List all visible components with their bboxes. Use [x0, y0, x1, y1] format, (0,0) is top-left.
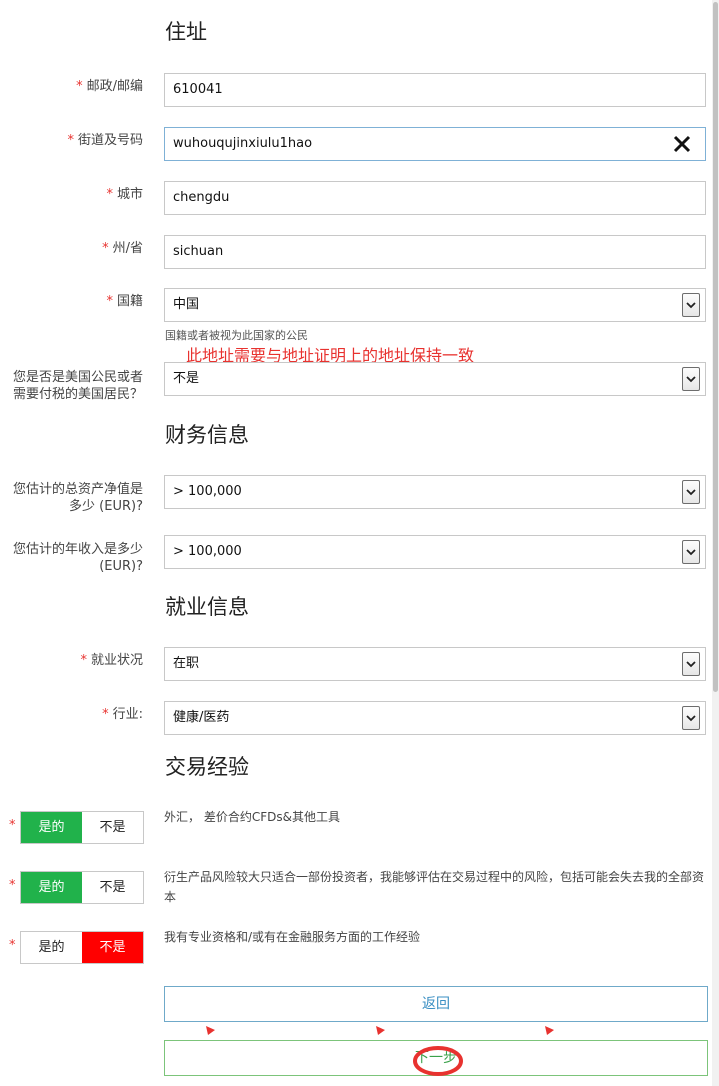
nationality-label: * 国籍 [106, 294, 143, 309]
state-input[interactable]: sichuan [164, 235, 706, 269]
no-button[interactable]: 不是 [82, 872, 143, 903]
city-input[interactable]: chengdu [164, 181, 706, 215]
back-button[interactable]: 返回 [164, 986, 708, 1022]
nationality-hint: 国籍或者被视为此国家的公民 [165, 329, 308, 342]
chevron-down-icon[interactable] [682, 652, 700, 676]
net-worth-select[interactable]: > 100,000 [164, 475, 706, 509]
income-select[interactable]: > 100,000 [164, 535, 706, 569]
scrollbar-thumb[interactable] [713, 2, 718, 692]
required-mark: * [9, 878, 16, 893]
street-label: * 街道及号码 [67, 133, 143, 148]
experience-q2-toggle[interactable]: 是的 不是 [20, 871, 144, 904]
yes-button[interactable]: 是的 [21, 932, 82, 963]
required-mark: * [9, 938, 16, 953]
highlight-circle-icon [413, 1046, 463, 1076]
city-label: * 城市 [106, 187, 143, 202]
street-input[interactable]: wuhouqujinxiulu1hao [164, 127, 706, 161]
no-button[interactable]: 不是 [82, 812, 143, 843]
postal-input[interactable]: 610041 [164, 73, 706, 107]
section-title-experience: 交易经验 [165, 755, 249, 779]
postal-label: * 邮政/邮编 [76, 79, 143, 94]
yes-button[interactable]: 是的 [21, 872, 82, 903]
income-label: 您估计的年收入是多少 (EUR)? [12, 542, 143, 574]
scrollbar[interactable] [712, 0, 719, 1086]
arrow-marker-icon [376, 1026, 385, 1035]
experience-q3-toggle[interactable]: 是的 不是 [20, 931, 144, 964]
nationality-select[interactable]: 中国 [164, 288, 706, 322]
section-title-finance: 财务信息 [165, 423, 249, 447]
experience-q2-text: 衍生产品风险较大只适合一部份投资者，我能够评估在交易过程中的风险，包括可能会失去… [164, 870, 705, 904]
chevron-down-icon[interactable] [682, 293, 700, 317]
employment-status-label: * 就业状况 [80, 653, 143, 668]
industry-label: * 行业: [102, 707, 143, 722]
close-icon[interactable] [671, 132, 693, 156]
section-title-address: 住址 [165, 20, 207, 44]
industry-select[interactable]: 健康/医药 [164, 701, 706, 735]
required-mark: * [9, 818, 16, 833]
experience-q3-text: 我有专业资格和/或有在金融服务方面的工作经验 [164, 930, 421, 944]
yes-button[interactable]: 是的 [21, 812, 82, 843]
net-worth-label: 您估计的总资产净值是 多少 (EUR)? [12, 482, 143, 514]
chevron-down-icon[interactable] [682, 480, 700, 504]
employment-status-select[interactable]: 在职 [164, 647, 706, 681]
us-citizen-label: 您是否是美国公民或者 需要付税的美国居民？ [12, 370, 143, 402]
experience-q1-text: 外汇， 差价合约CFDs&其他工具 [164, 810, 340, 824]
arrow-marker-icon [206, 1026, 215, 1035]
us-citizen-select[interactable]: 不是 [164, 362, 706, 396]
state-label: * 州/省 [102, 241, 143, 256]
chevron-down-icon[interactable] [682, 367, 700, 391]
arrow-marker-icon [545, 1026, 554, 1035]
no-button[interactable]: 不是 [82, 932, 143, 963]
section-title-employment: 就业信息 [165, 595, 249, 619]
experience-q1-toggle[interactable]: 是的 不是 [20, 811, 144, 844]
chevron-down-icon[interactable] [682, 706, 700, 730]
chevron-down-icon[interactable] [682, 540, 700, 564]
